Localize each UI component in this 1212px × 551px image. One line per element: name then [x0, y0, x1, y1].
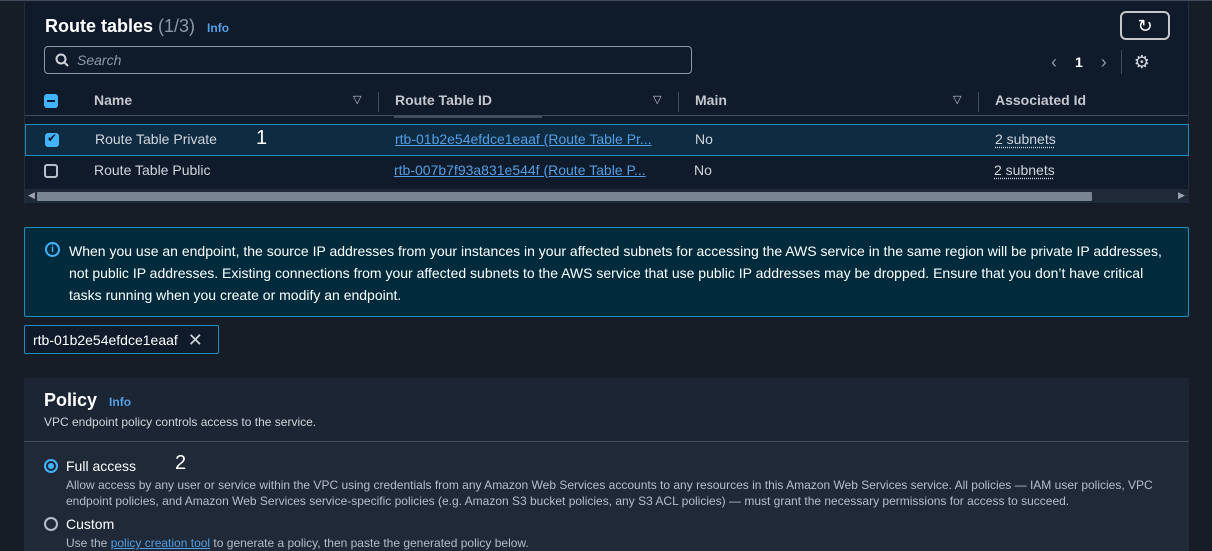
row-associated-id[interactable]: 2 subnets [994, 162, 1055, 178]
custom-description-pre: Use the [66, 536, 111, 550]
custom-description: Use the policy creation tool to generate… [66, 535, 1166, 551]
row-associated-id[interactable]: 2 subnets [995, 131, 1056, 147]
column-divider[interactable] [378, 92, 379, 112]
row-route-table-id[interactable]: rtb-007b7f93a831e544f (Route Table P... [394, 162, 646, 178]
policy-header: Policy Info VPC endpoint policy controls… [24, 378, 1189, 442]
custom-label[interactable]: Custom [66, 516, 114, 532]
row-route-table-id[interactable]: rtb-01b2e54efdce1eaaf (Route Table Pr... [395, 131, 652, 147]
info-link[interactable]: Info [207, 21, 229, 35]
column-header-route-table-id[interactable]: Route Table ID [395, 92, 492, 108]
info-circle-icon: i [45, 242, 60, 257]
policy-title: Policy [44, 390, 98, 410]
panel-title: Route tables [45, 16, 154, 36]
close-icon[interactable]: ✕ [188, 331, 203, 349]
full-access-radio[interactable] [44, 459, 58, 473]
policy-title-row: Policy Info [44, 390, 131, 411]
chevron-right-icon[interactable]: › [1101, 52, 1107, 73]
column-divider[interactable] [978, 92, 979, 112]
full-access-label[interactable]: Full access [66, 458, 136, 474]
pager-divider [1120, 50, 1122, 74]
selected-route-table-token: rtb-01b2e54efdce1eaaf ✕ [24, 325, 219, 354]
page-number[interactable]: 1 [1075, 54, 1083, 70]
route-tables-header: Route tables (1/3) Info [45, 16, 229, 37]
gear-icon[interactable]: ⚙ [1134, 52, 1150, 73]
column-divider[interactable] [678, 92, 679, 112]
alert-text: When you use an endpoint, the source IP … [69, 243, 1162, 303]
search-input[interactable] [77, 52, 637, 68]
info-link[interactable]: Info [109, 395, 131, 409]
chevron-left-icon[interactable]: ‹ [1051, 52, 1057, 73]
custom-radio[interactable] [44, 517, 58, 531]
row-checkbox[interactable] [44, 164, 58, 178]
pagination: ‹ 1 › ⚙ [1051, 50, 1150, 74]
annotation-number: 2 [175, 452, 187, 474]
sort-icon[interactable]: ▽ [953, 93, 961, 106]
policy-description: VPC endpoint policy controls access to t… [44, 415, 317, 429]
select-all-checkbox[interactable] [44, 94, 58, 108]
search-icon [55, 53, 69, 67]
scroll-right-icon[interactable]: ▶ [1178, 190, 1185, 201]
row-main: No [695, 131, 713, 147]
row-checkbox[interactable]: ✔ [45, 131, 59, 147]
column-header-main[interactable]: Main [695, 92, 727, 108]
full-access-description: Allow access by any user or service with… [66, 478, 1153, 508]
scroll-left-icon[interactable]: ◀ [28, 190, 35, 201]
row-name: Route Table Private [95, 131, 217, 147]
sort-icon[interactable]: ▽ [353, 93, 361, 106]
row-name: Route Table Public [94, 162, 211, 178]
token-label: rtb-01b2e54efdce1eaaf [33, 331, 178, 348]
column-header-associated-id[interactable]: Associated Id [995, 92, 1086, 108]
check-icon: ✔ [47, 131, 58, 145]
custom-description-post: to generate a policy, then paste the gen… [210, 536, 529, 550]
top-border [0, 0, 1212, 1]
row-main: No [694, 162, 712, 178]
policy-creation-tool-link[interactable]: policy creation tool [111, 536, 210, 550]
refresh-icon: ↻ [1137, 15, 1153, 36]
info-alert: i When you use an endpoint, the source I… [24, 227, 1189, 317]
table-header: Name ▽ Route Table ID ▽ Main ▽ Associate… [25, 86, 1188, 118]
table-row[interactable]: Route Table Public rtb-007b7f93a831e544f… [25, 156, 1189, 188]
column-header-name[interactable]: Name [94, 92, 132, 108]
sort-icon[interactable]: ▽ [653, 93, 661, 106]
search-box[interactable] [44, 46, 692, 74]
annotation-number: 1 [256, 127, 268, 149]
scrollbar-thumb[interactable] [37, 192, 1092, 201]
refresh-button[interactable]: ↻ [1120, 11, 1170, 40]
selection-count: (1/3) [158, 16, 196, 36]
route-tables-panel: Route tables (1/3) Info ↻ ‹ 1 › ⚙ Name ▽… [24, 2, 1189, 204]
policy-panel: Policy Info VPC endpoint policy controls… [24, 378, 1189, 551]
sort-indicator [394, 116, 542, 118]
table-row[interactable]: ✔ Route Table Private rtb-01b2e54efdce1e… [25, 124, 1189, 156]
horizontal-scrollbar[interactable]: ◀ ▶ [25, 189, 1189, 203]
